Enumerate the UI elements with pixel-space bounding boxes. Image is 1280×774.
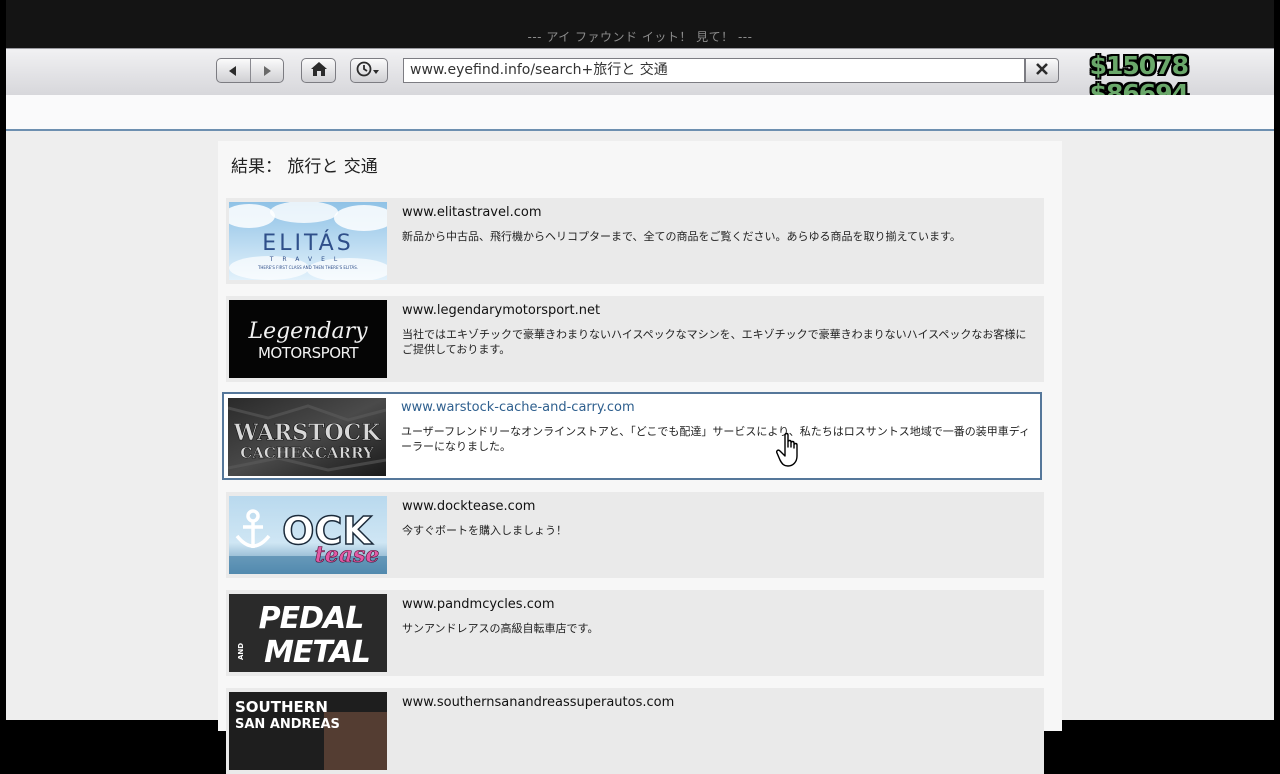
history-button[interactable] (350, 58, 388, 83)
forward-arrow-icon[interactable] (251, 59, 284, 82)
result-item-legendarymotorsport[interactable]: Legendary MOTORSPORT www.legendarymotors… (226, 296, 1044, 382)
legendary-logo-text: Legendary (247, 319, 368, 344)
url-input[interactable]: www.eyefind.info/search+旅行と 交通 (403, 58, 1025, 83)
back-arrow-icon[interactable] (217, 59, 250, 82)
result-url[interactable]: www.docktease.com (402, 499, 535, 514)
southern-logo-text: SOUTHERN (235, 698, 328, 716)
legendary-logo-sub: MOTORSPORT (258, 344, 359, 362)
page-header-strip (6, 95, 1274, 131)
hud-cash: $15078 (1089, 51, 1189, 80)
warstock-logo[interactable]: WARSTOCK CACHE&CARRY (228, 398, 386, 476)
elitas-logo[interactable]: ELITÁS TRAVEL THERE'S FIRST CLASS AND TH… (229, 202, 387, 280)
elitas-logo-text: ELITÁS (262, 230, 353, 256)
result-description: サンアンドレアスの高級自転車店です。 (402, 622, 599, 635)
browser-toolbar: www.eyefind.info/search+旅行と 交通 (6, 48, 1274, 96)
elitas-logo-tag: THERE'S FIRST CLASS AND THEN THERE'S ELI… (257, 265, 358, 270)
page-body: 結果： 旅行と 交通 ELITÁS TRAVEL THERE'S FIRST C… (6, 131, 1274, 774)
result-item-pandmcycles[interactable]: PEDAL AND METAL www.pandmcycles.com サンアン… (226, 590, 1044, 676)
result-url[interactable]: www.southernsanandreassuperautos.com (402, 695, 674, 710)
warstock-logo-text: WARSTOCK (233, 420, 382, 446)
docktease-logo[interactable]: OCK tease (229, 496, 387, 574)
hand-pointer-cursor-icon (776, 432, 806, 468)
pedal-logo-mid: AND (237, 643, 245, 660)
result-url[interactable]: www.elitastravel.com (402, 205, 542, 220)
close-icon (1035, 62, 1049, 80)
result-url[interactable]: www.pandmcycles.com (402, 597, 554, 612)
search-results-panel: 結果： 旅行と 交通 ELITÁS TRAVEL THERE'S FIRST C… (218, 141, 1062, 774)
southern-sa-logo[interactable]: SOUTHERN SAN ANDREAS (229, 692, 387, 770)
window-title-bar: --- アイ ファウンド イット！ 見て！ --- (6, 0, 1274, 48)
window-title: --- アイ ファウンド イット！ 見て！ --- (527, 30, 753, 44)
result-url[interactable]: www.legendarymotorsport.net (402, 303, 600, 318)
result-item-docktease[interactable]: OCK tease www.docktease.com 今すぐボートを購入しまし… (226, 492, 1044, 578)
result-description: 当社ではエキゾチックで豪華きわまりないハイスペックなマシンを、エキゾチックで豪華… (402, 328, 1027, 356)
results-title: 結果： 旅行と 交通 (231, 157, 378, 177)
legendary-logo[interactable]: Legendary MOTORSPORT (229, 300, 387, 378)
result-item-warstock[interactable]: WARSTOCK CACHE&CARRY www.warstock-cache-… (222, 392, 1042, 480)
result-url[interactable]: www.warstock-cache-and-carry.com (401, 400, 635, 415)
result-item-southernsanandreassuperautos[interactable]: SOUTHERN SAN ANDREAS www.southernsanandr… (226, 688, 1044, 774)
result-description: 新品から中古品、飛行機からヘリコプターまで、全ての商品をご覧ください。あらゆる商… (402, 230, 961, 243)
home-button[interactable] (301, 58, 336, 83)
southern-logo-sub: SAN ANDREAS (235, 717, 340, 732)
home-icon (310, 61, 328, 81)
docktease-logo-sub: tease (315, 542, 380, 568)
warstock-logo-sub: CACHE&CARRY (240, 444, 374, 462)
pedal-logo-text: PEDAL (259, 601, 364, 636)
result-description: ユーザーフレンドリーなオンラインストアと、「どこでも配達」サービスにより、私たち… (401, 425, 1030, 453)
pedal-metal-logo[interactable]: PEDAL AND METAL (229, 594, 387, 672)
result-item-elitastravel[interactable]: ELITÁS TRAVEL THERE'S FIRST CLASS AND TH… (226, 198, 1044, 284)
result-description: 今すぐボートを購入しましょう！ (402, 524, 567, 537)
clock-dropdown-icon (356, 61, 382, 81)
metal-logo-text: METAL (264, 635, 370, 670)
elitas-logo-sub: TRAVEL (269, 256, 347, 263)
clear-url-button[interactable] (1025, 58, 1059, 83)
nav-button-group (216, 58, 284, 83)
